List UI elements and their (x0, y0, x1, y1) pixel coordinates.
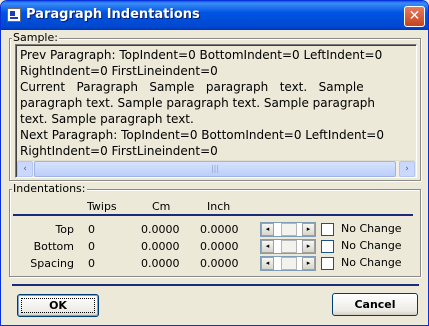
bottom-no-change-label[interactable]: No Change (341, 239, 402, 252)
bottom-twips-value: 0 (88, 240, 95, 253)
top-twips-value: 0 (88, 223, 95, 236)
prev-paragraph-line-2: RightIndent=0 FirstLineindent=0 (20, 64, 218, 78)
sample-group-label: Sample: (12, 31, 59, 44)
bottom-cm-value: 0.0000 (141, 240, 180, 253)
top-decrease-icon[interactable]: ◂ (261, 223, 274, 236)
top-slider-thumb[interactable] (281, 223, 297, 236)
app-icon (7, 8, 21, 22)
bottom-indent-slider[interactable]: ◂ ▸ (260, 239, 316, 254)
spacing-decrease-icon[interactable]: ◂ (261, 257, 274, 270)
current-paragraph-line-3: text. Sample paragraph text. (20, 112, 194, 126)
top-no-change-checkbox[interactable] (321, 223, 334, 236)
ok-focus-rect (21, 298, 95, 313)
bottom-no-change-checkbox[interactable] (321, 240, 334, 253)
cancel-button[interactable]: Cancel (332, 293, 418, 316)
prev-paragraph-line-1: Prev Paragraph: TopIndent=0 BottomIndent… (20, 48, 383, 62)
sample-text: Prev Paragraph: TopIndent=0 BottomIndent… (20, 47, 416, 159)
row-label-bottom: Bottom (33, 240, 74, 253)
title-bar[interactable]: Paragraph Indentations ✕ (1, 1, 428, 30)
ok-button[interactable]: OK (17, 294, 99, 317)
indentations-group-label: Indentations: (12, 182, 87, 195)
dialog-window: Paragraph Indentations ✕ Sample: Prev Pa… (0, 0, 429, 326)
sample-preview-box: Prev Paragraph: TopIndent=0 BottomIndent… (15, 44, 417, 178)
horizontal-scrollbar[interactable]: ‹ ||| › (17, 160, 415, 177)
spacing-slider-thumb[interactable] (281, 257, 297, 270)
top-indent-slider[interactable]: ◂ ▸ (260, 222, 316, 237)
sample-group: Sample: Prev Paragraph: TopIndent=0 Bott… (9, 32, 421, 181)
scroll-right-icon[interactable]: › (399, 161, 415, 177)
top-no-change-label[interactable]: No Change (341, 222, 402, 235)
bottom-decrease-icon[interactable]: ◂ (261, 240, 274, 253)
scroll-left-icon[interactable]: ‹ (17, 161, 33, 177)
top-inch-value: 0.0000 (200, 223, 239, 236)
close-button[interactable]: ✕ (404, 6, 425, 27)
spacing-twips-value: 0 (88, 257, 95, 270)
indentations-group: Indentations: Twips Cm Inch Top 0 0.0000… (9, 183, 421, 277)
footer-separator (12, 284, 419, 286)
row-label-spacing: Spacing (30, 257, 74, 270)
current-paragraph-line-2: paragraph text. Sample paragraph text. S… (20, 96, 376, 110)
spacing-inch-value: 0.0000 (200, 257, 239, 270)
spacing-increase-icon[interactable]: ▸ (302, 257, 315, 270)
window-title: Paragraph Indentations (26, 7, 200, 22)
spacing-no-change-checkbox[interactable] (321, 257, 334, 270)
header-inch: Inch (207, 200, 231, 213)
top-increase-icon[interactable]: ▸ (302, 223, 315, 236)
header-twips: Twips (87, 200, 117, 213)
spacing-slider[interactable]: ◂ ▸ (260, 256, 316, 271)
spacing-no-change-label[interactable]: No Change (341, 256, 402, 269)
spacing-cm-value: 0.0000 (141, 257, 180, 270)
bottom-slider-thumb[interactable] (281, 240, 297, 253)
bottom-increase-icon[interactable]: ▸ (302, 240, 315, 253)
scroll-thumb[interactable]: ||| (34, 161, 396, 177)
row-label-top: Top (55, 223, 74, 236)
current-paragraph-line-1: Current Paragraph Sample paragraph text.… (20, 80, 364, 94)
header-cm: Cm (152, 200, 171, 213)
next-paragraph-line-1: Next Paragraph: TopIndent=0 BottomIndent… (20, 128, 384, 142)
header-divider (13, 214, 413, 216)
top-cm-value: 0.0000 (141, 223, 180, 236)
bottom-inch-value: 0.0000 (200, 240, 239, 253)
next-paragraph-line-2: RightIndent=0 FirstLineindent=0 (20, 144, 218, 158)
